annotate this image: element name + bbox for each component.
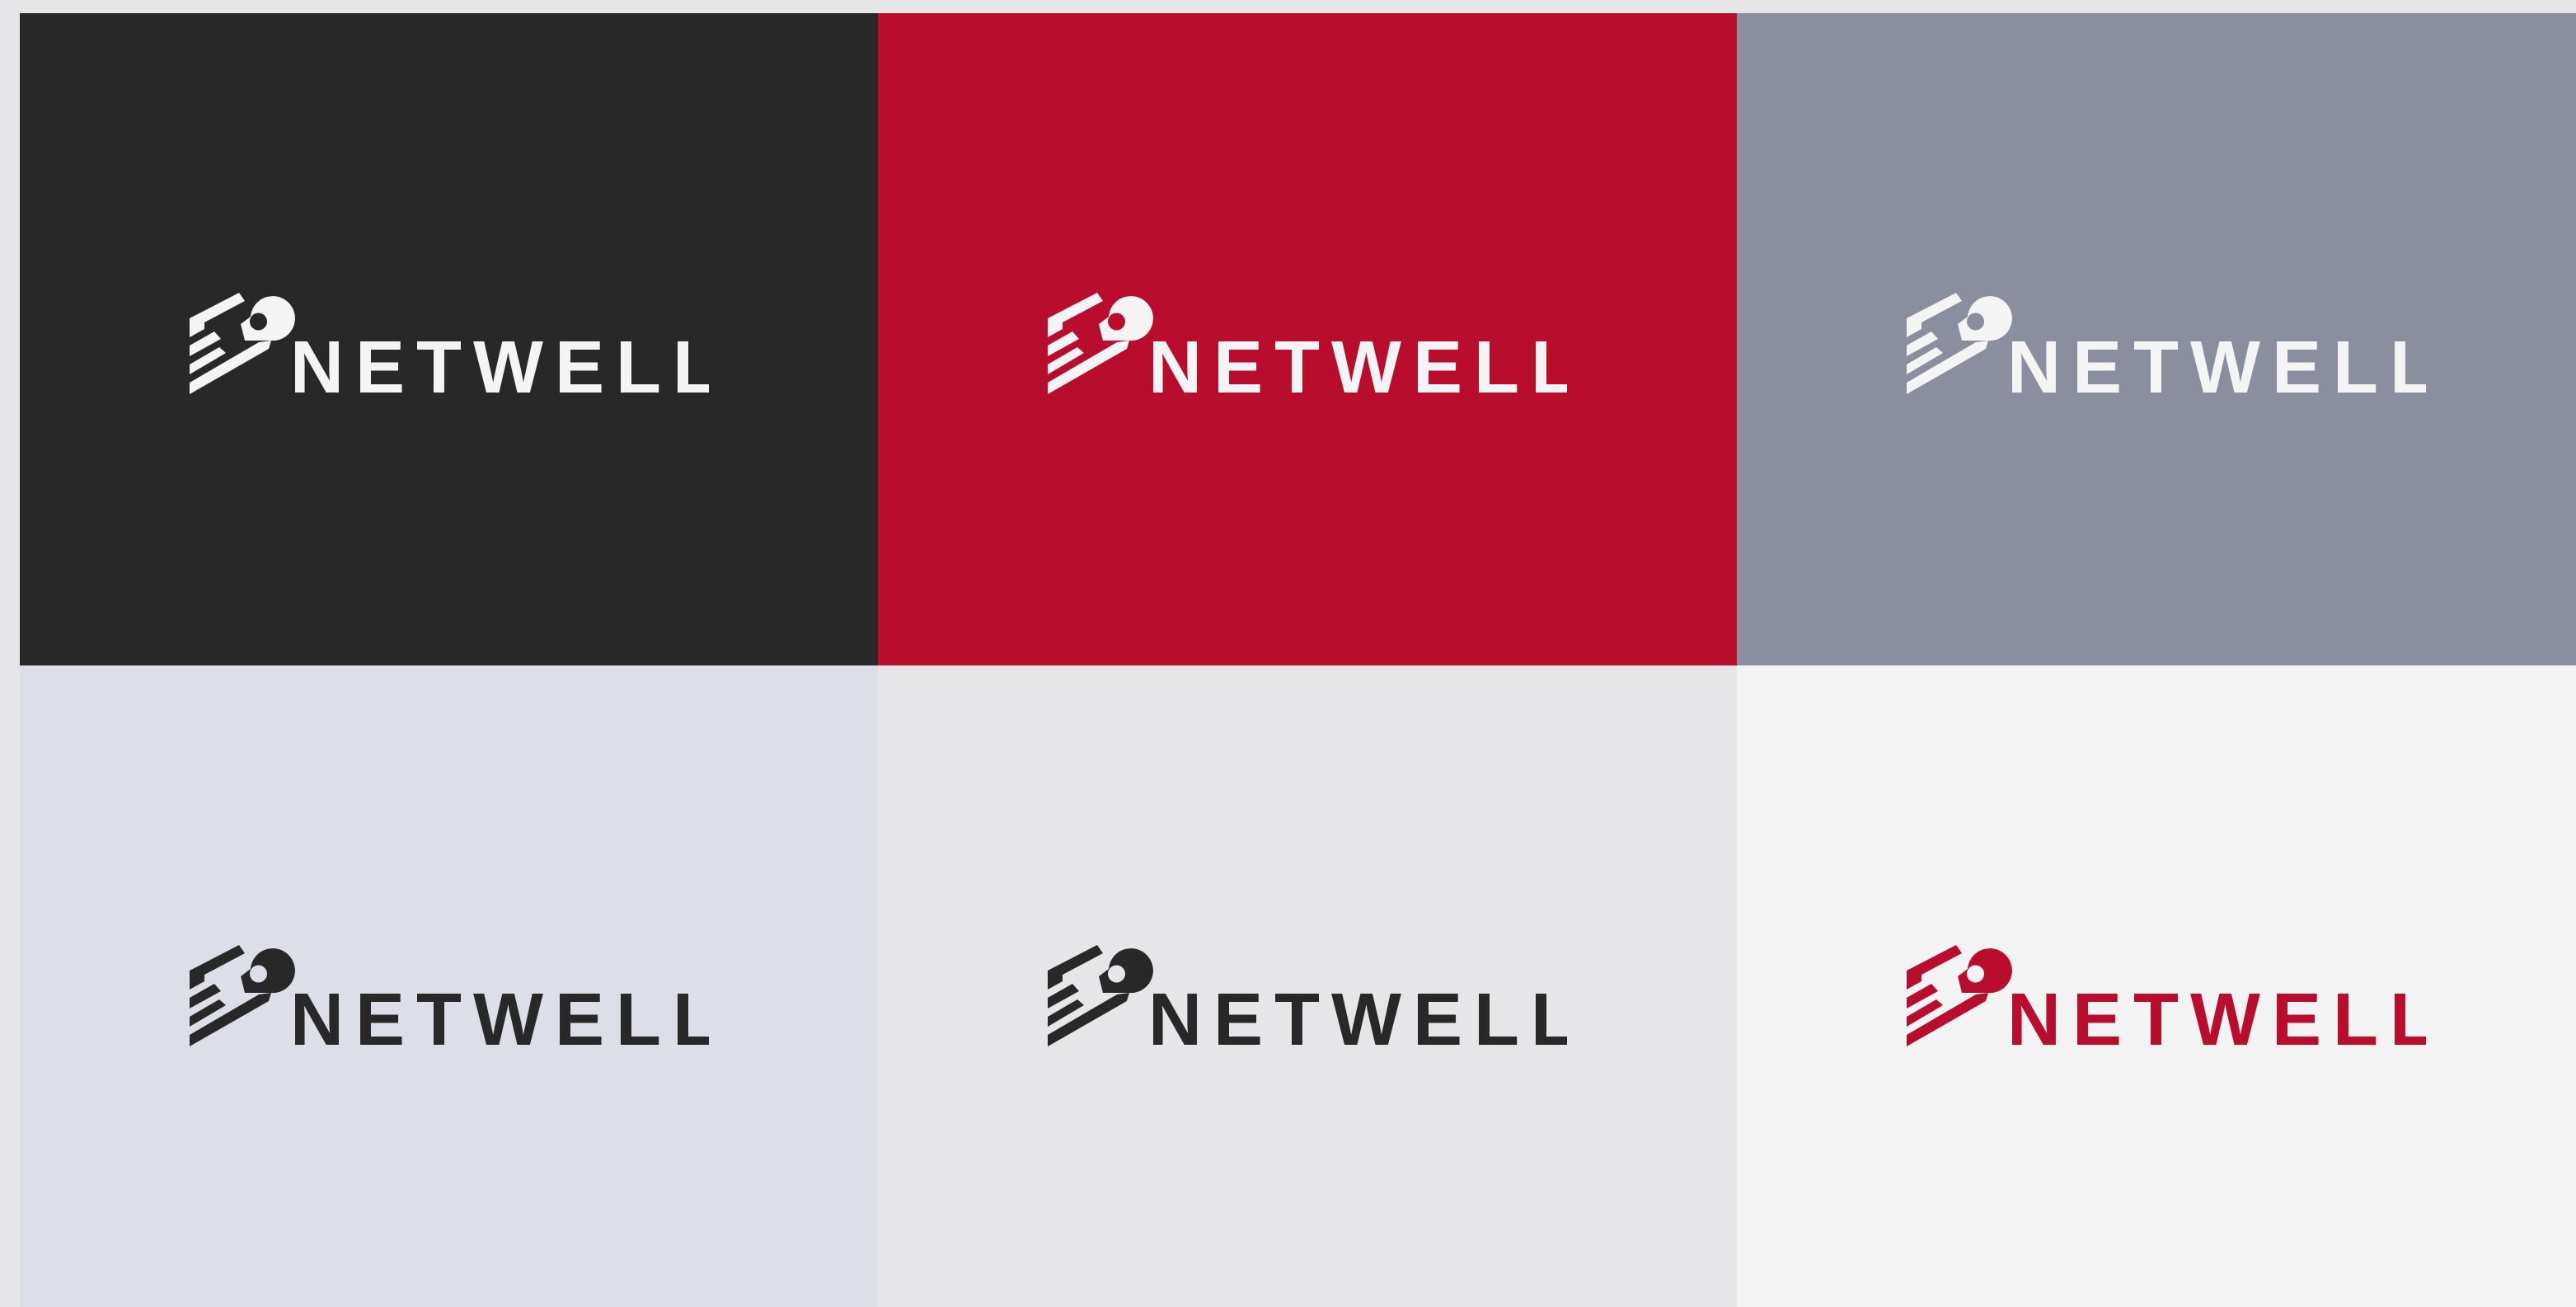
netwell-logo: NETWELL [190, 945, 709, 1059]
netwell-mark-icon [190, 945, 295, 1046]
tile-gray: NETWELL [1737, 13, 2576, 665]
logo-wordmark: NETWELL [1148, 979, 1567, 1059]
netwell-mark-icon [1907, 945, 2012, 1046]
logo-wordmark: NETWELL [290, 979, 709, 1059]
tile-red: NETWELL [878, 13, 1737, 665]
netwell-logo: NETWELL [1048, 945, 1567, 1059]
netwell-logo: NETWELL [1907, 945, 2426, 1059]
netwell-mark-icon [1907, 293, 2012, 394]
tile-dark: NETWELL [20, 13, 878, 665]
tile-light-gray: NETWELL [878, 665, 1737, 1307]
netwell-logo: NETWELL [190, 293, 709, 407]
logo-wordmark: NETWELL [2007, 327, 2426, 407]
tile-light-blue-gray: NETWELL [20, 665, 878, 1307]
logo-wordmark: NETWELL [1148, 327, 1567, 407]
logo-variant-grid: NETWELL NETWELL NETWELL NETWELL NETWELL NETWE… [20, 13, 2576, 1307]
logo-wordmark: NETWELL [290, 327, 709, 407]
netwell-mark-icon [1048, 293, 1153, 394]
netwell-logo: NETWELL [1907, 293, 2426, 407]
netwell-mark-icon [1048, 945, 1153, 1046]
tile-off-white: NETWELL [1737, 665, 2576, 1307]
netwell-mark-icon [190, 293, 295, 394]
brand-sheet: NETWELL NETWELL NETWELL NETWELL NETWELL NETWE… [0, 0, 2576, 1307]
netwell-logo: NETWELL [1048, 293, 1567, 407]
logo-wordmark: NETWELL [2007, 979, 2426, 1059]
